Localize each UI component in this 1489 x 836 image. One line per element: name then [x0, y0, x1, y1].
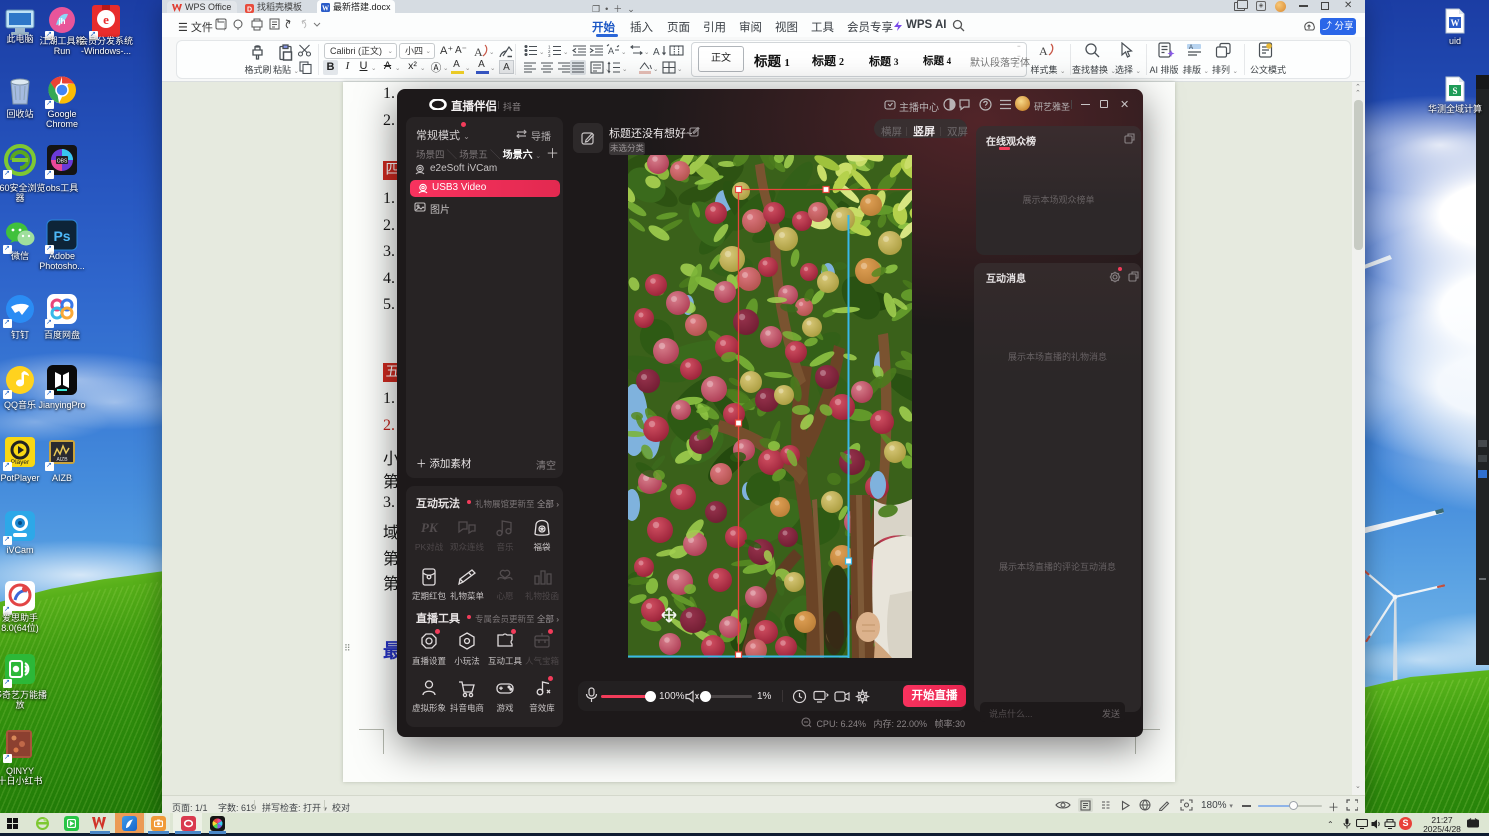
svg-text:OBS: OBS	[57, 159, 68, 165]
svg-text:PK: PK	[421, 520, 439, 535]
svg-text:e: e	[103, 12, 109, 27]
svg-text:jh: jh	[57, 17, 65, 26]
svg-text:3: 3	[548, 53, 551, 57]
svg-text:A: A	[608, 46, 614, 56]
svg-text:W: W	[1451, 18, 1460, 28]
svg-text:A: A	[474, 45, 483, 59]
svg-text:Player: Player	[11, 459, 30, 466]
svg-text:AIZB: AIZB	[56, 457, 68, 463]
svg-text:A: A	[1039, 44, 1048, 58]
svg-text:Ps: Ps	[53, 228, 70, 244]
svg-text:D: D	[247, 6, 252, 13]
svg-text:A: A	[1189, 45, 1193, 51]
svg-text:W: W	[322, 5, 329, 13]
svg-text:S: S	[1452, 86, 1457, 96]
svg-text:A: A	[653, 47, 660, 57]
